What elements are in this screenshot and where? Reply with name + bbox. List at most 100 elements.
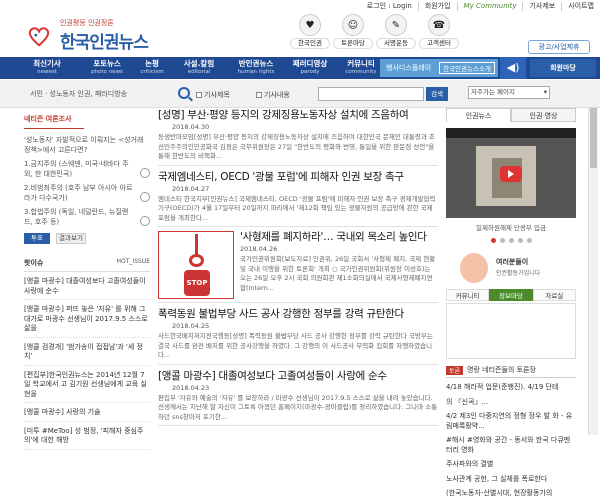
header-icon-petition[interactable]: ✎ 서명운동 bbox=[376, 12, 416, 49]
ad-partnership-link[interactable]: 광고/사업제휴 bbox=[528, 40, 590, 54]
activist-banner[interactable]: 여러분들이 인권활동가입니다 bbox=[446, 251, 576, 287]
article-summary: 편집부 '자유와 예술의 '자유' 를 보장하라 / 마광수 선생님이 2017… bbox=[158, 393, 438, 421]
video-caption: 일제하원해제 단왕부 입금 bbox=[476, 224, 546, 232]
list-item[interactable]: [앵콜 마광수] 대졸여성보다 고졸여성들이 사랑에 순수 bbox=[24, 277, 150, 300]
checkbox-title[interactable]: 기사제목 bbox=[196, 90, 230, 100]
header-icon-debate[interactable]: ☺ 토론마당 bbox=[333, 12, 373, 49]
login-link[interactable]: 로그인 : Login bbox=[361, 2, 418, 11]
avatar bbox=[460, 253, 488, 283]
list-item[interactable]: [편집부]한국인권뉴스는 2014년 12월 7일 학교에서 고 김기원 선생님… bbox=[24, 371, 150, 403]
join-link[interactable]: 회원가입 bbox=[417, 1, 457, 11]
article-item: 국제엠네스티, OECD '광물 포럼'에 피해자 인권 보장 촉구 2018.… bbox=[158, 170, 438, 227]
article-date: 2018.04.30 bbox=[172, 123, 210, 131]
article-title[interactable]: 폭력동원 불법부당 사드 공사 강행한 정부를 강력 규탄한다 bbox=[158, 307, 438, 321]
article-date: 2018.04.23 bbox=[172, 383, 210, 392]
petition-icon: ✎ bbox=[385, 14, 407, 36]
article-title[interactable]: 국제엠네스티, OECD '광물 포럼'에 피해자 인권 보장 촉구 bbox=[158, 170, 438, 184]
poll-option-3[interactable]: 3.합법주의 (독일, 네덜란드, 뉴질랜드, 호주 등) bbox=[24, 208, 150, 227]
poll-option-2[interactable]: 2.비범죄주의 (호주 남부 아시아 아르라가 다수국가) bbox=[24, 184, 150, 203]
list-item[interactable]: [앵콜 검경개] '범가송이 접접남'과 '세 정치' bbox=[24, 343, 150, 366]
top-utility-bar: 로그인 : Login 회원가입 My Community 기사제보 사이트맵 bbox=[0, 0, 600, 12]
list-item[interactable]: [앵콜 마광수] 퍼뜨 놓은 '자유' 를 위해 그 대가로 마광수 선생님이 … bbox=[24, 305, 150, 338]
stop-sign-icon: STOP bbox=[184, 270, 210, 296]
list-item[interactable]: 4/2 제3인 다중지연의 정형 장우 발 화 - 유림매록활약... bbox=[446, 412, 576, 431]
article-date: 2018.04.25 bbox=[172, 322, 210, 330]
right-column: 인권뉴스 인권 영상 일제하원해제 단왕부 입금 여러분들이 인권활동가입니다 … bbox=[446, 108, 576, 499]
header-icon-human-rights[interactable]: ♥ 한국인권 bbox=[290, 12, 330, 49]
debate-list: 4/18 해라적 업문(준행진). 4/19 단테 의 『신곡』... 4/2 … bbox=[446, 383, 576, 499]
nav-photo-news[interactable]: 포토뉴스 photo news bbox=[82, 57, 132, 79]
debate-header: 토론 명랑 네티즌들의 토론장 bbox=[446, 365, 576, 378]
article-item: [앵콜 마광수] 대졸여성보다 고졸여성들이 사랑에 순수 2018.04.23… bbox=[158, 369, 438, 426]
scrollbar[interactable] bbox=[588, 108, 598, 435]
article-list: [성명] 부산·평양 등지의 강제징용노동자상 설치에 즈음하여 2018.04… bbox=[158, 108, 438, 430]
intro-link[interactable]: 한국인권뉴스소개 bbox=[439, 62, 495, 74]
list-item[interactable]: 4/18 해라적 업문(준행진). 4/19 단테 bbox=[446, 383, 576, 393]
speaker-icon[interactable]: ◀) bbox=[500, 57, 526, 79]
community-tabs: 커뮤니티 정보마당 자료실 bbox=[446, 289, 576, 301]
breadcrumb[interactable]: 서민 · 성노동자 인권, 패러디방송 bbox=[30, 89, 127, 99]
carousel-dots[interactable] bbox=[446, 238, 576, 243]
list-item[interactable]: #해시 #영화와 공간 - 동서와 한국 다큐멘터리 영화 bbox=[446, 436, 576, 455]
nav-community[interactable]: 커뮤니티 community bbox=[338, 57, 384, 79]
list-item[interactable]: 주사파와의 결별 bbox=[446, 460, 576, 470]
search-icon bbox=[178, 87, 190, 99]
tab-community[interactable]: 커뮤니티 bbox=[446, 289, 490, 301]
list-item[interactable]: [미투 #MeToo] 성 범정, '피해자 중심주의'에 대한 해방 bbox=[24, 427, 150, 450]
list-item[interactable]: 의 『신곡』... bbox=[446, 398, 576, 408]
nav-newest[interactable]: 최신기사 newest bbox=[24, 57, 70, 79]
subscribe-link[interactable]: 기사제보 bbox=[522, 1, 561, 11]
hot-issue-header: 핫이슈 HOT_ISSUE bbox=[24, 258, 150, 272]
article-item: [성명] 부산·평양 등지의 강제징용노동자상 설치에 즈음하여 2018.04… bbox=[158, 108, 438, 166]
logo-heart-icon bbox=[28, 27, 50, 47]
nav-editorial[interactable]: 사설.칼럼 editorial bbox=[174, 57, 224, 79]
tab-video[interactable]: 인권 영상 bbox=[511, 108, 576, 122]
left-column: 네티즌 여론조사 '성노동자' 자발적으로 이뤄지는 <성거래 정책>에서 고른… bbox=[24, 108, 150, 450]
article-title[interactable]: [성명] 부산·평양 등지의 강제징용노동자상 설치에 즈음하여 bbox=[158, 108, 438, 122]
list-item[interactable]: 노사관계 공헌, 그 실체를 폭로한다 bbox=[446, 475, 576, 485]
video-player[interactable] bbox=[446, 128, 576, 218]
member-area-button[interactable]: 회원마당 bbox=[530, 59, 596, 77]
nav-criticism[interactable]: 논평 criticism bbox=[130, 57, 174, 79]
search-input[interactable] bbox=[318, 87, 424, 101]
result-button[interactable]: 결과보기 bbox=[56, 233, 86, 244]
stop-death-penalty-image[interactable]: STOP bbox=[158, 231, 234, 299]
article-title[interactable]: [앵콜 마광수] 대졸여성보다 고졸여성들이 사랑에 순수 bbox=[158, 369, 438, 383]
frequent-page-select[interactable]: 자주가는 페이지 bbox=[468, 86, 550, 99]
article-summary: 엠네스티 한국지부[인권뉴스] 국제엠네스티, OECD '광물 포럼'에 피해… bbox=[158, 194, 436, 222]
checkbox-content[interactable]: 기사내용 bbox=[256, 90, 290, 100]
search-button[interactable]: 검색 bbox=[426, 87, 448, 101]
poll-option-1[interactable]: 1.금지주의 (스웨덴, 미국-네바다 주 외, 한 대한민국) bbox=[24, 160, 150, 179]
event-display-band[interactable]: 행사디스플레이 한국인권뉴스소개 bbox=[380, 59, 498, 77]
search-bar: 서민 · 성노동자 인권, 패러디방송 기사제목 기사내용 검색 자주가는 페이… bbox=[0, 80, 600, 108]
play-icon[interactable] bbox=[500, 166, 522, 182]
article-summary: 동생반마모임[성명] 부산·평양 등지의 강제징용노동자상 설치에 즈음하여 대… bbox=[158, 133, 435, 160]
site-header: 인권평등 인권정론 한국인권뉴스 ♥ 한국인권 ☺ 토론마당 ✎ 서명운동 ☎ 고객센터… bbox=[0, 12, 600, 56]
list-item[interactable]: [앵콜 마광수] 사랑의 기술 bbox=[24, 408, 150, 422]
tab-news[interactable]: 인권뉴스 bbox=[446, 108, 511, 122]
community-list-panel bbox=[446, 303, 576, 359]
my-community-link[interactable]: My Community bbox=[456, 1, 523, 11]
article-summary: 국가인권위원회[보도자료] 인권위, 26일 국회서 '사형제 폐지, 국제 현… bbox=[240, 255, 436, 292]
vote-button[interactable]: 투표 bbox=[24, 233, 50, 244]
sitemap-link[interactable]: 사이트맵 bbox=[561, 1, 600, 11]
header-icon-bar: ♥ 한국인권 ☺ 토론마당 ✎ 서명운동 ☎ 고객센터 bbox=[290, 12, 462, 49]
article-date: 2018.04.26 bbox=[240, 245, 278, 253]
logo-tagline: 인권평등 인권정론 bbox=[60, 19, 114, 27]
site-logo[interactable]: 한국인권뉴스 bbox=[60, 28, 149, 53]
list-item[interactable]: (한국노동자-산별시대, 현장활동가의 bbox=[446, 489, 576, 499]
debate-icon: ☺ bbox=[342, 14, 364, 36]
article-summary: 사드한국배치저지전국행동[성명] 폭력동원 불법부당 사드 공사 강행한 정부를… bbox=[158, 332, 433, 359]
nav-parody[interactable]: 패러디영상 parody bbox=[286, 57, 334, 79]
poll-title: 네티즌 여론조사 bbox=[24, 108, 84, 129]
hot-issue-list: [앵콜 마광수] 대졸여성보다 고졸여성들이 사랑에 순수 [앵콜 마광수] 퍼… bbox=[24, 277, 150, 450]
article-title[interactable]: '사형제를 폐지하라'… 국내외 목소리 높인다 bbox=[240, 231, 438, 244]
article-item: 폭력동원 불법부당 사드 공사 강행한 정부를 강력 규탄한다 2018.04.… bbox=[158, 307, 438, 365]
nav-human-rights[interactable]: 반인권뉴스 human rights bbox=[228, 57, 284, 79]
header-icon-customer-center[interactable]: ☎ 고객센터 bbox=[419, 12, 459, 49]
phone-icon: ☎ bbox=[428, 14, 450, 36]
tab-info[interactable]: 정보마당 bbox=[489, 289, 533, 301]
tab-archive[interactable]: 자료실 bbox=[532, 289, 576, 301]
news-video-tabs: 인권뉴스 인권 영상 bbox=[446, 108, 576, 122]
scrollbar-thumb[interactable] bbox=[590, 108, 597, 168]
